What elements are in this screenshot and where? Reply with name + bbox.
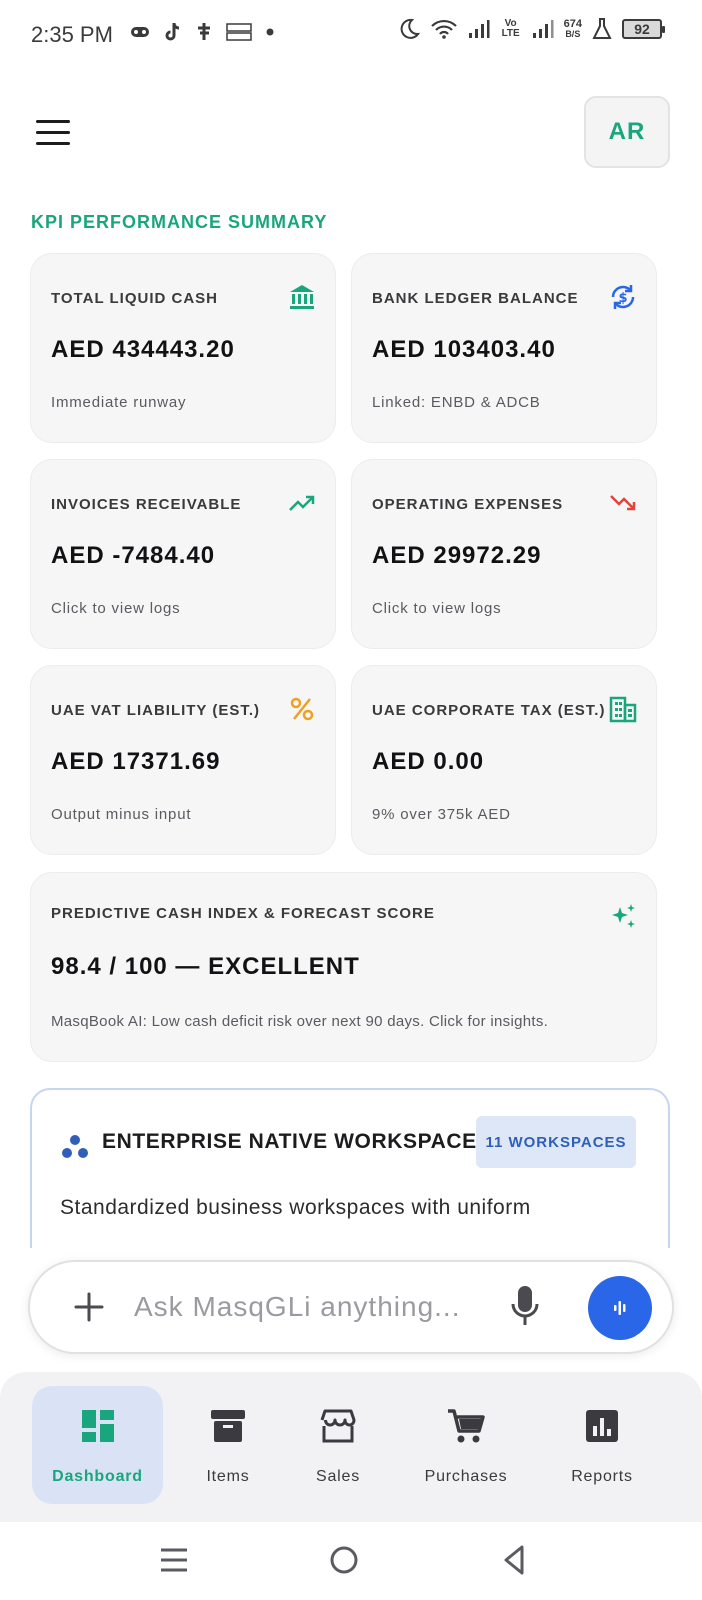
shopping-cart-icon xyxy=(448,1409,485,1443)
sparkles-icon xyxy=(612,904,635,928)
flask-icon xyxy=(592,18,612,39)
percent-icon xyxy=(290,697,314,721)
kpi-value: AED 434443.20 xyxy=(51,336,235,363)
forecast-value: 98.4 / 100 — EXCELLENT xyxy=(51,953,360,980)
svg-text:$: $ xyxy=(618,291,627,306)
workspaces-dots-icon xyxy=(62,1135,88,1158)
moon-icon xyxy=(400,18,420,39)
kpi-subtext: Immediate runway xyxy=(51,394,187,411)
status-left-icons xyxy=(130,22,274,42)
net-speed-unit: B/S xyxy=(565,29,581,39)
kpi-value: AED 0.00 xyxy=(372,748,485,775)
kpi-label: INVOICES RECEIVABLE xyxy=(51,496,242,513)
kpi-value: AED 29972.29 xyxy=(372,542,542,569)
nav-item-reports[interactable]: Reports xyxy=(554,1386,650,1504)
nav-item-purchases[interactable]: Purchases xyxy=(412,1386,520,1504)
status-bar: 2:35 PM Vo LTE 674 B/S 92 xyxy=(0,0,702,70)
building-icon xyxy=(609,696,637,723)
game-controller-icon xyxy=(131,27,149,37)
currency-exchange-icon: $ xyxy=(611,285,635,309)
status-right-icons: Vo LTE 674 B/S 92 xyxy=(398,18,665,40)
nav-label: Reports xyxy=(571,1468,633,1485)
nav-item-items[interactable]: Items xyxy=(180,1386,276,1504)
bar-chart-icon xyxy=(586,1410,618,1442)
trending-up-icon xyxy=(289,495,315,511)
status-time: 2:35 PM xyxy=(31,22,113,47)
dashboard-icon xyxy=(81,1410,114,1442)
temu-logo-icon xyxy=(226,23,252,41)
forecast-subtext: MasqBook AI: Low cash deficit risk over … xyxy=(51,1013,549,1030)
hamburger-menu-icon[interactable] xyxy=(36,120,72,146)
kpi-card-invoices-receivable[interactable]: INVOICES RECEIVABLE AED -7484.40 Click t… xyxy=(30,459,336,649)
workspaces-count-badge[interactable]: 11 WORKSPACES xyxy=(476,1116,636,1168)
recents-icon[interactable] xyxy=(156,1542,192,1578)
kpi-value: AED 17371.69 xyxy=(51,748,221,775)
ask-bar xyxy=(28,1260,674,1354)
tiktok-icon xyxy=(165,22,180,41)
nav-label: Sales xyxy=(315,1468,361,1485)
kpi-subtext: 9% over 375k AED xyxy=(372,806,511,823)
kpi-card-operating-expenses[interactable]: OPERATING EXPENSES AED 29972.29 Click to… xyxy=(351,459,657,649)
nav-label: Dashboard xyxy=(52,1468,143,1485)
temu-t-icon xyxy=(198,23,210,40)
enterprise-title: ENTERPRISE NATIVE WORKSPACES xyxy=(102,1130,492,1153)
kpi-card-bank-ledger-balance[interactable]: BANK LEDGER BALANCE $ AED 103403.40 Link… xyxy=(351,253,657,443)
kpi-label: UAE CORPORATE TAX (EST.) xyxy=(372,702,606,719)
storefront-icon xyxy=(320,1409,356,1443)
bottom-navigation: Dashboard Items Sales Purchases Reports xyxy=(0,1372,702,1522)
signal-icon xyxy=(468,20,490,38)
section-title: KPI PERFORMANCE SUMMARY xyxy=(31,212,328,232)
bank-icon xyxy=(290,285,314,309)
net-speed: 674 B/S xyxy=(563,18,582,40)
wifi-icon xyxy=(430,19,457,39)
nav-item-sales[interactable]: Sales xyxy=(290,1386,386,1504)
kpi-card-uae-vat-liability[interactable]: UAE VAT LIABILITY (EST.) AED 17371.69 Ou… xyxy=(30,665,336,855)
battery-icon: 92 xyxy=(622,19,665,39)
audio-wave-icon xyxy=(614,1301,626,1315)
kpi-subtext: Click to view logs xyxy=(51,600,181,617)
ask-input[interactable] xyxy=(134,1282,474,1332)
kpi-label: TOTAL LIQUID CASH xyxy=(51,290,218,307)
kpi-label: UAE VAT LIABILITY (EST.) xyxy=(51,702,261,719)
kpi-subtext: Click to view logs xyxy=(372,600,502,617)
kpi-card-total-liquid-cash[interactable]: TOTAL LIQUID CASH AED 434443.20 Immediat… xyxy=(30,253,336,443)
avatar[interactable]: AR xyxy=(584,96,670,168)
plus-icon[interactable] xyxy=(72,1290,106,1324)
nav-label: Purchases xyxy=(424,1468,508,1485)
dot-icon xyxy=(266,28,274,36)
back-triangle-icon[interactable] xyxy=(496,1542,532,1578)
signal-icon-2 xyxy=(532,20,554,38)
microphone-icon[interactable] xyxy=(508,1284,542,1328)
net-speed-value: 674 xyxy=(563,18,582,30)
trending-down-icon xyxy=(610,495,636,511)
kpi-label: OPERATING EXPENSES xyxy=(372,496,564,513)
kpi-label: BANK LEDGER BALANCE xyxy=(372,290,579,307)
nav-item-dashboard[interactable]: Dashboard xyxy=(32,1386,163,1504)
nav-label: Items xyxy=(206,1468,250,1485)
enterprise-description: Standardized business workspaces with un… xyxy=(60,1196,531,1219)
archive-box-icon xyxy=(211,1410,245,1442)
home-circle-icon[interactable] xyxy=(326,1542,362,1578)
enterprise-workspaces-panel[interactable]: ENTERPRISE NATIVE WORKSPACES 11 WORKSPAC… xyxy=(30,1088,670,1248)
kpi-card-uae-corporate-tax[interactable]: UAE CORPORATE TAX (EST.) AED 0.00 9% ove… xyxy=(351,665,657,855)
kpi-subtext: Linked: ENBD & ADCB xyxy=(372,394,541,411)
kpi-value: AED 103403.40 xyxy=(372,336,556,363)
kpi-value: AED -7484.40 xyxy=(51,542,216,569)
kpi-subtext: Output minus input xyxy=(51,806,192,823)
forecast-label: PREDICTIVE CASH INDEX & FORECAST SCORE xyxy=(51,905,435,922)
volte-label: Vo LTE xyxy=(501,18,520,39)
voice-mode-button[interactable] xyxy=(588,1276,652,1340)
forecast-score-card[interactable]: PREDICTIVE CASH INDEX & FORECAST SCORE 9… xyxy=(30,872,657,1062)
system-navigation-bar xyxy=(0,1522,702,1600)
